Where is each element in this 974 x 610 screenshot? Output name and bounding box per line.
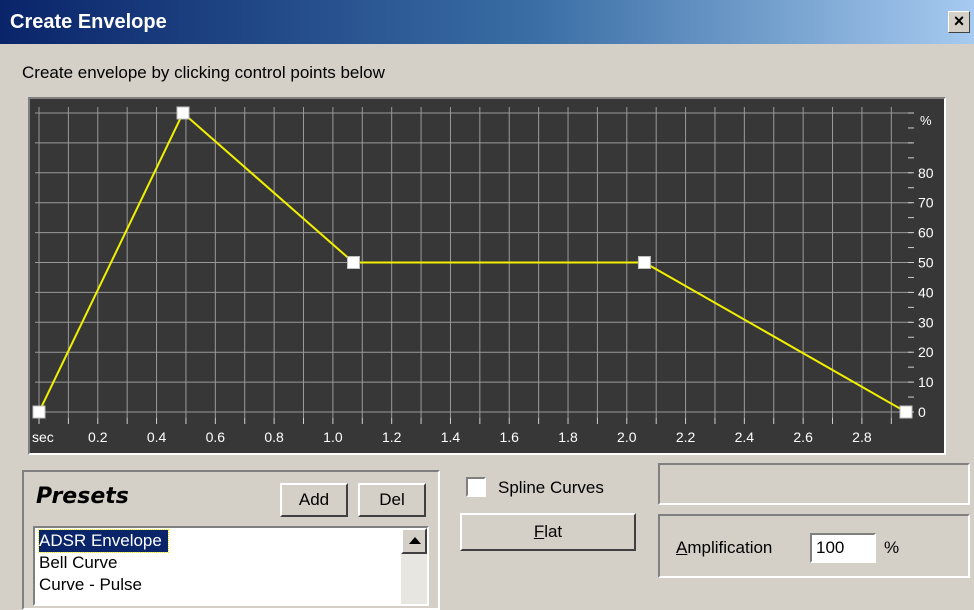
- y-tick-label: 30: [918, 314, 934, 330]
- x-tick-label: 1.4: [441, 429, 461, 445]
- presets-list[interactable]: ADSR Envelope Bell Curve Curve - Pulse: [33, 526, 429, 606]
- envelope-canvas[interactable]: 80 70 60 50 40 30 20 10 0% sec 0.2 0.4 0.6 0.8 1.0 1.2 1…: [30, 99, 944, 453]
- close-button[interactable]: ×: [948, 11, 970, 33]
- amplification-input[interactable]: [810, 533, 876, 563]
- control-point[interactable]: [637, 256, 651, 269]
- x-tick-label: 2.8: [852, 429, 872, 445]
- x-tick-label: 0.2: [88, 429, 108, 445]
- x-tick-label: 0.6: [206, 429, 226, 445]
- control-point[interactable]: [346, 256, 360, 269]
- y-tick-label: 0: [918, 404, 926, 420]
- scroll-up-arrow-icon[interactable]: [401, 528, 427, 554]
- x-tick-label: 0.4: [147, 429, 167, 445]
- control-point[interactable]: [176, 106, 190, 120]
- control-point[interactable]: [899, 405, 913, 419]
- amplification-label-rest: mplification: [687, 538, 773, 557]
- title-bar[interactable]: Create Envelope ×: [0, 0, 974, 44]
- add-preset-button[interactable]: Add: [280, 483, 348, 517]
- presets-scrollbar[interactable]: [401, 528, 427, 604]
- flat-label-rest: lat: [544, 522, 563, 541]
- x-tick-label: 2.2: [676, 429, 696, 445]
- status-panel: [658, 463, 970, 505]
- spline-curves-checkbox[interactable]: [466, 477, 486, 497]
- preset-item-adsr-envelope[interactable]: ADSR Envelope: [38, 529, 169, 553]
- y-tick-label: 20: [918, 344, 934, 360]
- y-tick-label: 70: [918, 195, 934, 211]
- x-tick-label: 1.2: [382, 429, 402, 445]
- spline-curves-label[interactable]: Spline Curves: [498, 478, 604, 498]
- flat-mnemonic: F: [533, 522, 545, 541]
- axis-labels: 80 70 60 50 40 30 20 10 0% sec 0.2 0.4 0.6 0.8 1.0 1.2 1…: [32, 112, 934, 445]
- y-tick-label: 40: [918, 284, 934, 300]
- x-tick-label: 2.4: [735, 429, 755, 445]
- x-tick-label: 1.0: [323, 429, 343, 445]
- y-tick-label: 80: [918, 165, 934, 181]
- flat-button[interactable]: Flat: [460, 513, 636, 551]
- preset-item-bell-curve[interactable]: Bell Curve: [39, 552, 117, 574]
- x-tick-label: 0.8: [264, 429, 284, 445]
- window-title: Create Envelope: [10, 11, 167, 33]
- y-tick-label: 60: [918, 225, 934, 241]
- x-tick-label: 2.0: [617, 429, 637, 445]
- instruction-text: Create envelope by clicking control poin…: [22, 63, 385, 82]
- preset-item-curve-pulse[interactable]: Curve - Pulse: [39, 574, 142, 596]
- y-tick-label: 50: [918, 255, 934, 271]
- x-tick-label: 2.6: [793, 429, 813, 445]
- close-icon: ×: [953, 11, 965, 31]
- y-tick-label: 10: [918, 374, 934, 390]
- amplification-unit: %: [884, 538, 900, 557]
- amplification-label: Amplification: [676, 538, 772, 558]
- presets-title: Presets: [36, 484, 129, 509]
- amplification-mnemonic: A: [676, 538, 688, 557]
- y-unit-label: %: [920, 113, 932, 128]
- x-tick-label: 1.8: [558, 429, 578, 445]
- x-tick-label: 1.6: [500, 429, 520, 445]
- envelope-graph[interactable]: 80 70 60 50 40 30 20 10 0% sec 0.2 0.4 0.6 0.8 1.0 1.2 1…: [28, 97, 946, 455]
- x-unit-label: sec: [32, 429, 54, 445]
- control-point[interactable]: [32, 405, 46, 419]
- delete-preset-button[interactable]: Del: [358, 483, 426, 517]
